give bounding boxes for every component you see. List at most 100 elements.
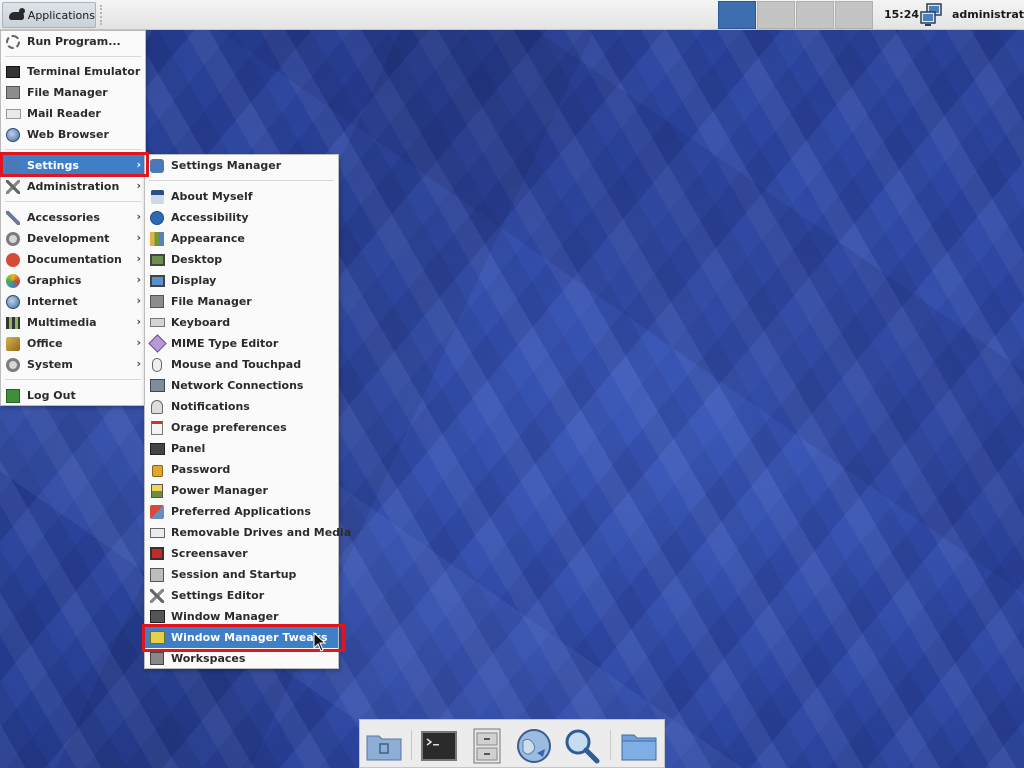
file-cabinet-icon [473, 728, 501, 764]
menu-item-window-manager[interactable]: Window Manager [145, 606, 338, 627]
menu-item-session-startup[interactable]: Session and Startup [145, 564, 338, 585]
menu-item-orage-preferences[interactable]: Orage preferences [145, 417, 338, 438]
menu-item-log-out[interactable]: Log Out [1, 385, 145, 406]
menu-item-office[interactable]: Office › [1, 333, 145, 354]
menu-item-display[interactable]: Display [145, 270, 338, 291]
menu-item-internet[interactable]: Internet › [1, 291, 145, 312]
menu-item-label: Terminal Emulator [27, 65, 141, 78]
calendar-icon [149, 420, 165, 436]
menu-item-settings[interactable]: Settings › [1, 155, 145, 176]
menu-item-power-manager[interactable]: Power Manager [145, 480, 338, 501]
menu-item-terminal[interactable]: Terminal Emulator [1, 61, 145, 82]
home-folder-icon [366, 735, 402, 761]
menu-item-label: File Manager [27, 86, 108, 99]
menu-item-mail-reader[interactable]: Mail Reader [1, 103, 145, 124]
development-icon [5, 231, 21, 247]
panel-separator [100, 5, 102, 25]
accessibility-icon [149, 210, 165, 226]
panel-icon [149, 441, 165, 457]
menu-item-accessories[interactable]: Accessories › [1, 207, 145, 228]
search-icon [565, 729, 600, 764]
menu-item-label: Preferred Applications [171, 505, 311, 518]
menu-item-label: Orage preferences [171, 421, 287, 434]
workspace-switcher [718, 1, 873, 29]
workspace-2[interactable] [757, 1, 795, 29]
menu-item-label: MIME Type Editor [171, 337, 279, 350]
dock-terminal[interactable] [419, 726, 459, 766]
menu-item-preferred-applications[interactable]: Preferred Applications [145, 501, 338, 522]
menu-item-screensaver[interactable]: Screensaver [145, 543, 338, 564]
menu-item-notifications[interactable]: Notifications [145, 396, 338, 417]
bell-icon [149, 399, 165, 415]
terminal-icon [5, 64, 21, 80]
menu-item-removable-drives[interactable]: Removable Drives and Media [145, 522, 351, 543]
menu-item-graphics[interactable]: Graphics › [1, 270, 145, 291]
network-status-icon[interactable] [918, 2, 944, 28]
file-manager-icon [5, 85, 21, 101]
menu-item-network-connections[interactable]: Network Connections [145, 375, 338, 396]
menu-item-run-program[interactable]: Run Program... [1, 31, 145, 52]
menu-item-label: Mail Reader [27, 107, 101, 120]
menu-item-label: Window Manager [171, 610, 279, 623]
menu-item-label: Workspaces [171, 652, 246, 665]
menu-item-label: Desktop [171, 253, 223, 266]
menu-item-mouse-touchpad[interactable]: Mouse and Touchpad [145, 354, 338, 375]
menu-item-about-myself[interactable]: About Myself [145, 186, 338, 207]
menu-item-workspaces[interactable]: Workspaces [145, 648, 338, 669]
folder-icon [621, 734, 657, 761]
applications-menu-button[interactable]: Applications [2, 2, 96, 28]
menu-item-multimedia[interactable]: Multimedia › [1, 312, 145, 333]
clock[interactable]: 15:24 [884, 8, 919, 21]
menu-item-file-manager-settings[interactable]: File Manager [145, 291, 338, 312]
menu-item-desktop[interactable]: Desktop [145, 249, 338, 270]
menu-item-password[interactable]: Password [145, 459, 338, 480]
menu-item-label: Web Browser [27, 128, 109, 141]
menu-item-label: Display [171, 274, 217, 287]
chevron-right-icon: › [136, 315, 141, 328]
menu-item-mime-type-editor[interactable]: MIME Type Editor [145, 333, 338, 354]
menu-item-accessibility[interactable]: Accessibility [145, 207, 338, 228]
help-icon [5, 252, 21, 268]
menu-item-documentation[interactable]: Documentation › [1, 249, 145, 270]
settings-submenu: Settings Manager About Myself Accessibil… [144, 154, 351, 669]
workspace-3[interactable] [796, 1, 834, 29]
multimedia-icon [5, 315, 21, 331]
menu-item-file-manager[interactable]: File Manager [1, 82, 145, 103]
screensaver-icon [149, 546, 165, 562]
web-browser-icon [517, 729, 551, 763]
dock-web-browser[interactable] [514, 726, 554, 766]
menu-item-label: Password [171, 463, 231, 476]
mouse-pointer-icon [313, 632, 327, 652]
workspace-1[interactable] [718, 1, 756, 29]
menu-item-window-manager-tweaks[interactable]: Window Manager Tweaks [145, 627, 338, 648]
menu-item-keyboard[interactable]: Keyboard [145, 312, 338, 333]
user-menu[interactable]: administrator [952, 8, 1024, 21]
menu-item-web-browser[interactable]: Web Browser [1, 124, 145, 145]
dock-home-folder[interactable] [364, 726, 404, 766]
window-manager-icon [149, 609, 165, 625]
applications-menu: Run Program... Terminal Emulator File Ma… [0, 30, 146, 406]
dock-file-cabinet[interactable] [467, 726, 507, 766]
menu-item-system[interactable]: System › [1, 354, 145, 375]
chevron-right-icon: › [136, 336, 141, 349]
dock-separator [411, 730, 412, 760]
menu-item-settings-editor[interactable]: Settings Editor [145, 585, 338, 606]
session-icon [149, 567, 165, 583]
menu-item-label: Accessibility [171, 211, 249, 224]
terminal-icon [421, 731, 457, 761]
bottom-dock [359, 719, 665, 768]
menu-item-settings-manager[interactable]: Settings Manager [145, 155, 338, 176]
applications-label: Applications [27, 8, 95, 22]
menu-item-panel[interactable]: Panel [145, 438, 338, 459]
workspace-4[interactable] [835, 1, 873, 29]
chevron-right-icon: › [136, 252, 141, 265]
menu-item-administration[interactable]: Administration › [1, 176, 145, 197]
menu-separator [5, 201, 141, 202]
dock-search[interactable] [562, 726, 602, 766]
menu-item-development[interactable]: Development › [1, 228, 145, 249]
menu-item-label: Notifications [171, 400, 250, 413]
dock-folder[interactable] [619, 726, 659, 766]
menu-item-label: File Manager [171, 295, 252, 308]
menu-item-appearance[interactable]: Appearance [145, 228, 338, 249]
menu-separator [5, 56, 141, 57]
